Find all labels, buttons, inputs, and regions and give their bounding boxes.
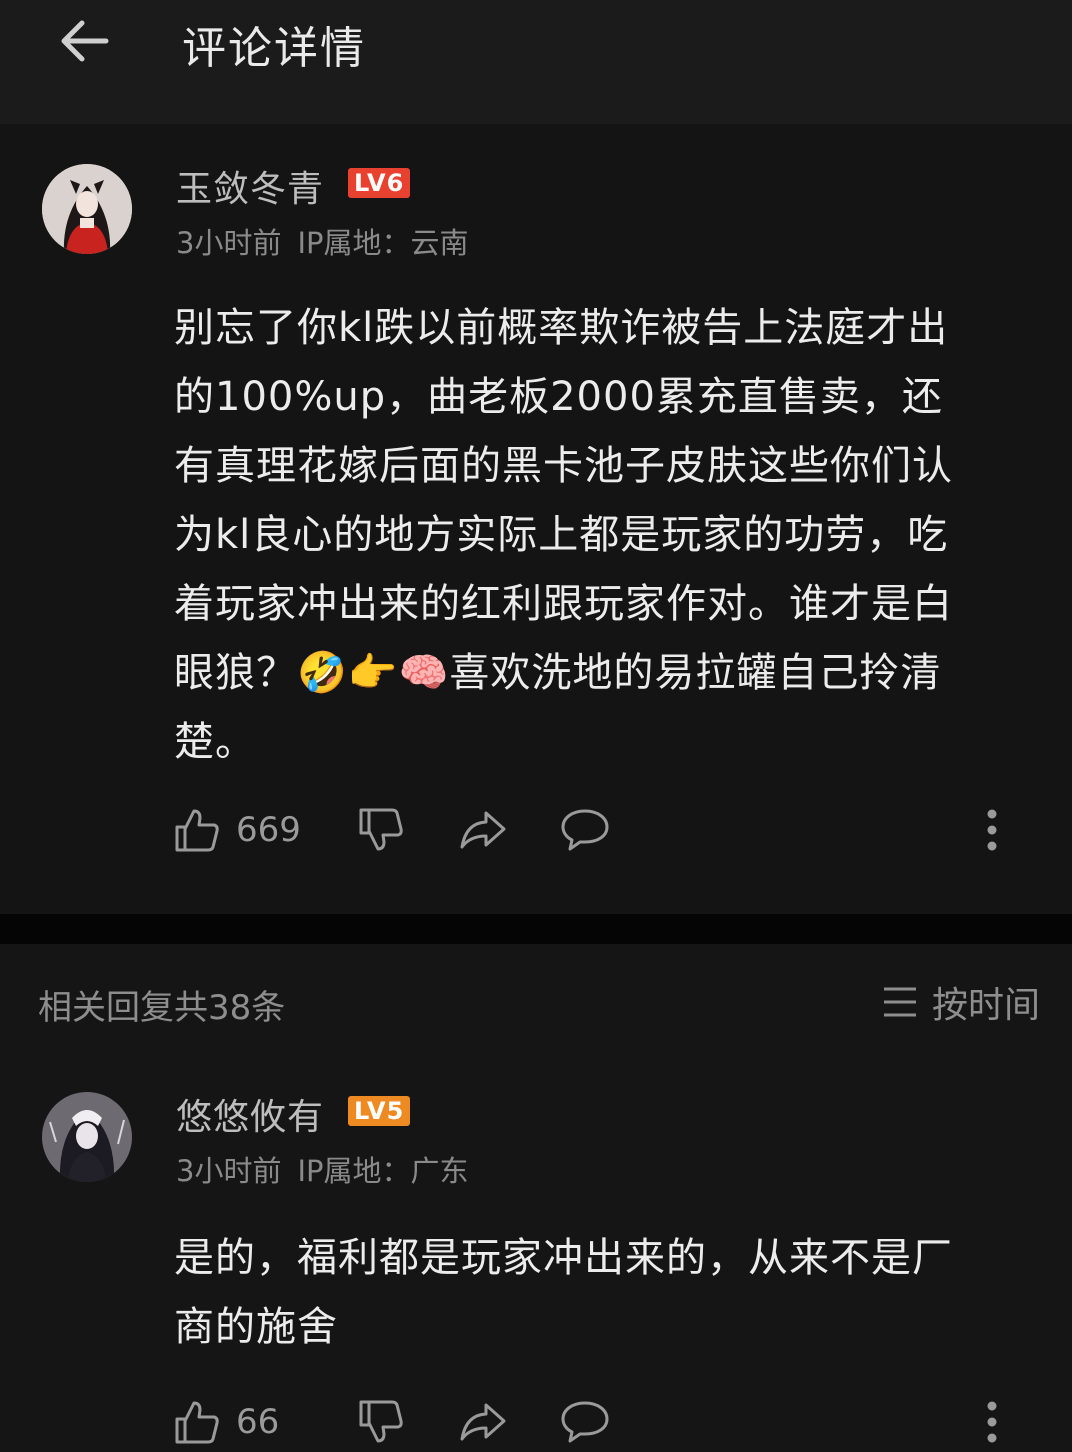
comment-actions: 669 bbox=[174, 800, 1034, 860]
thumb-up-icon bbox=[175, 809, 219, 852]
share-icon bbox=[460, 811, 506, 849]
like-button[interactable]: 66 bbox=[174, 1392, 279, 1452]
avatar-image bbox=[42, 164, 132, 254]
section-divider bbox=[0, 914, 1072, 944]
comment-meta: 3小时前 IP属地：云南 bbox=[176, 220, 469, 262]
more-icon bbox=[987, 1401, 997, 1443]
thumb-down-icon bbox=[359, 808, 403, 851]
thumb-up-icon bbox=[175, 1401, 219, 1444]
thumb-down-icon bbox=[359, 1400, 403, 1443]
user-name[interactable]: 玉敛冬青 bbox=[176, 160, 324, 212]
page-title: 评论详情 bbox=[182, 23, 366, 74]
like-count: 669 bbox=[236, 810, 301, 850]
reply-count-label: 相关回复共38条 bbox=[38, 988, 286, 1028]
comment-actions: 66 bbox=[174, 1392, 1034, 1452]
level-badge: LV6 bbox=[348, 168, 411, 198]
replies-section: 相关回复共38条 按时间 悠悠攸有 LV5 3小时前 IP属地：广东 是的，福利都… bbox=[0, 944, 1072, 1444]
comment-icon bbox=[561, 1401, 609, 1443]
sort-button[interactable]: 按时间 bbox=[882, 976, 1040, 1028]
like-count: 66 bbox=[236, 1402, 280, 1442]
timestamp: 3小时前 bbox=[176, 226, 282, 260]
timestamp: 3小时前 bbox=[176, 1154, 282, 1188]
more-button[interactable] bbox=[986, 800, 998, 860]
comment-meta: 3小时前 IP属地：广东 bbox=[176, 1148, 469, 1190]
menu-lines-icon bbox=[883, 987, 916, 1017]
avatar[interactable] bbox=[42, 164, 132, 254]
user-name[interactable]: 悠悠攸有 bbox=[176, 1088, 324, 1140]
avatar-image bbox=[42, 1092, 132, 1182]
sort-label: 按时间 bbox=[931, 985, 1040, 1026]
comment-text: 是的，福利都是玩家冲出来的，从来不是厂 商的施舍 bbox=[174, 1235, 953, 1350]
arrow-left-icon bbox=[61, 20, 109, 62]
avatar[interactable] bbox=[42, 1092, 132, 1182]
main-comment: 玉敛冬青 LV6 3小时前 IP属地：云南 别忘了你kl跌以前概率欺诈被告上法庭才… bbox=[0, 124, 1072, 914]
back-button[interactable] bbox=[56, 14, 116, 70]
dislike-button[interactable] bbox=[358, 1392, 404, 1452]
share-button[interactable] bbox=[458, 800, 508, 860]
more-icon bbox=[987, 809, 997, 851]
like-button[interactable]: 669 bbox=[174, 800, 301, 860]
reply-button[interactable] bbox=[560, 1392, 610, 1452]
ip-location: IP属地：广东 bbox=[297, 1154, 469, 1188]
comment-text: 别忘了你kl跌以前概率欺诈被告上法庭才出 的100%up，曲老板2000累充直售… bbox=[174, 305, 953, 765]
more-button[interactable] bbox=[986, 1392, 998, 1452]
level-badge: LV5 bbox=[348, 1096, 411, 1126]
share-icon bbox=[460, 1403, 506, 1441]
ip-location: IP属地：云南 bbox=[297, 226, 469, 260]
dislike-button[interactable] bbox=[358, 800, 404, 860]
top-bar: 评论详情 bbox=[0, 0, 1072, 124]
reply-button[interactable] bbox=[560, 800, 610, 860]
share-button[interactable] bbox=[458, 1392, 508, 1452]
comment-icon bbox=[561, 809, 609, 851]
